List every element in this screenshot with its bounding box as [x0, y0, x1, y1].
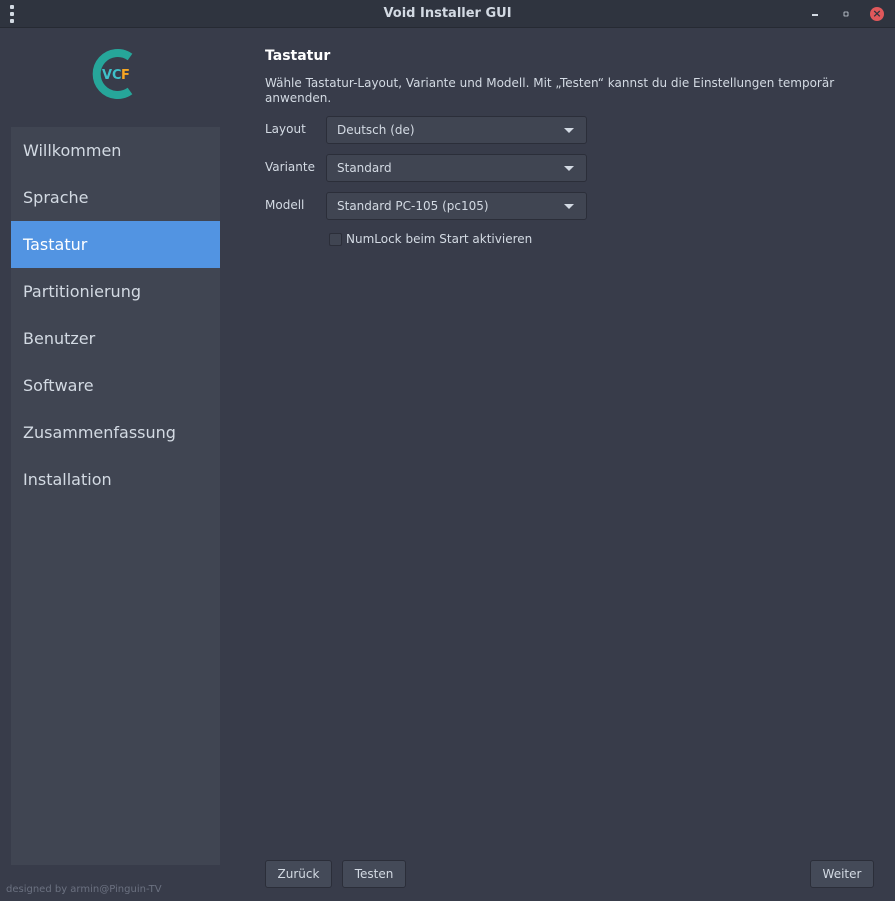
layout-value: Deutsch (de) — [337, 123, 415, 137]
minimize-button[interactable] — [808, 7, 822, 21]
logo-text-f: F — [121, 68, 130, 83]
sidebar-item-willkommen[interactable]: Willkommen — [11, 127, 220, 174]
test-button[interactable]: Testen — [342, 860, 406, 888]
sidebar-item-installation[interactable]: Installation — [11, 456, 220, 503]
maximize-icon — [843, 11, 849, 17]
vcf-logo: VC F — [92, 49, 133, 99]
variant-label: Variante — [265, 160, 315, 174]
page-title: Tastatur — [265, 48, 331, 64]
sidebar-item-partitionierung[interactable]: Partitionierung — [11, 268, 220, 315]
variant-dropdown[interactable]: Standard — [326, 154, 587, 182]
sidebar-item-benutzer[interactable]: Benutzer — [11, 315, 220, 362]
sidebar-item-software[interactable]: Software — [11, 362, 220, 409]
page-description: Wähle Tastatur-Layout, Variante und Mode… — [265, 76, 835, 105]
close-button[interactable]: × — [870, 7, 884, 21]
logo-text-vc: VC — [102, 68, 122, 83]
model-value: Standard PC-105 (pc105) — [337, 199, 489, 213]
sidebar: Willkommen Sprache Tastatur Partitionier… — [11, 127, 220, 865]
numlock-option[interactable]: NumLock beim Start aktivieren — [329, 231, 532, 247]
close-icon: × — [872, 7, 882, 20]
sidebar-item-tastatur[interactable]: Tastatur — [11, 221, 220, 268]
sidebar-item-zusammenfassung[interactable]: Zusammenfassung — [11, 409, 220, 456]
minimize-icon — [812, 14, 818, 16]
numlock-label: NumLock beim Start aktivieren — [346, 232, 533, 246]
maximize-button[interactable] — [839, 7, 853, 21]
designer-credit: designed by armin@Pinguin-TV — [6, 884, 162, 895]
window-title: Void Installer GUI — [383, 6, 512, 21]
chevron-down-icon — [564, 204, 574, 209]
sidebar-item-sprache[interactable]: Sprache — [11, 174, 220, 221]
chevron-down-icon — [564, 128, 574, 133]
back-button[interactable]: Zurück — [265, 860, 332, 888]
layout-label: Layout — [265, 122, 306, 136]
model-dropdown[interactable]: Standard PC-105 (pc105) — [326, 192, 587, 220]
title-bar: Void Installer GUI × — [0, 0, 895, 28]
numlock-checkbox[interactable] — [329, 232, 342, 246]
model-label: Modell — [265, 198, 305, 212]
next-button[interactable]: Weiter — [810, 860, 874, 888]
variant-value: Standard — [337, 161, 392, 175]
chevron-down-icon — [564, 166, 574, 171]
layout-dropdown[interactable]: Deutsch (de) — [326, 116, 587, 144]
